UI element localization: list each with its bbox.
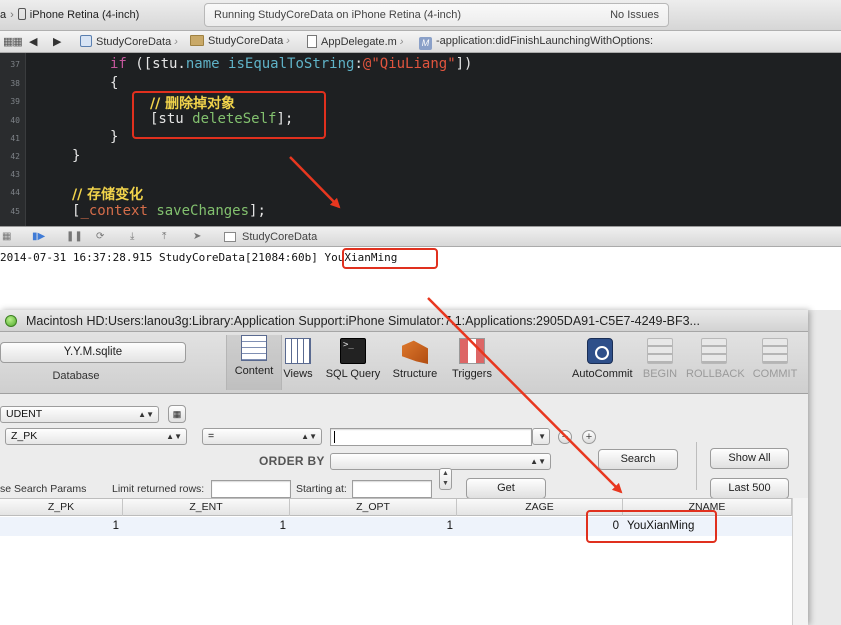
arrow-code-to-log [289, 156, 341, 209]
annotation-arrows [289, 156, 623, 494]
arrow-log-to-table [427, 297, 623, 494]
